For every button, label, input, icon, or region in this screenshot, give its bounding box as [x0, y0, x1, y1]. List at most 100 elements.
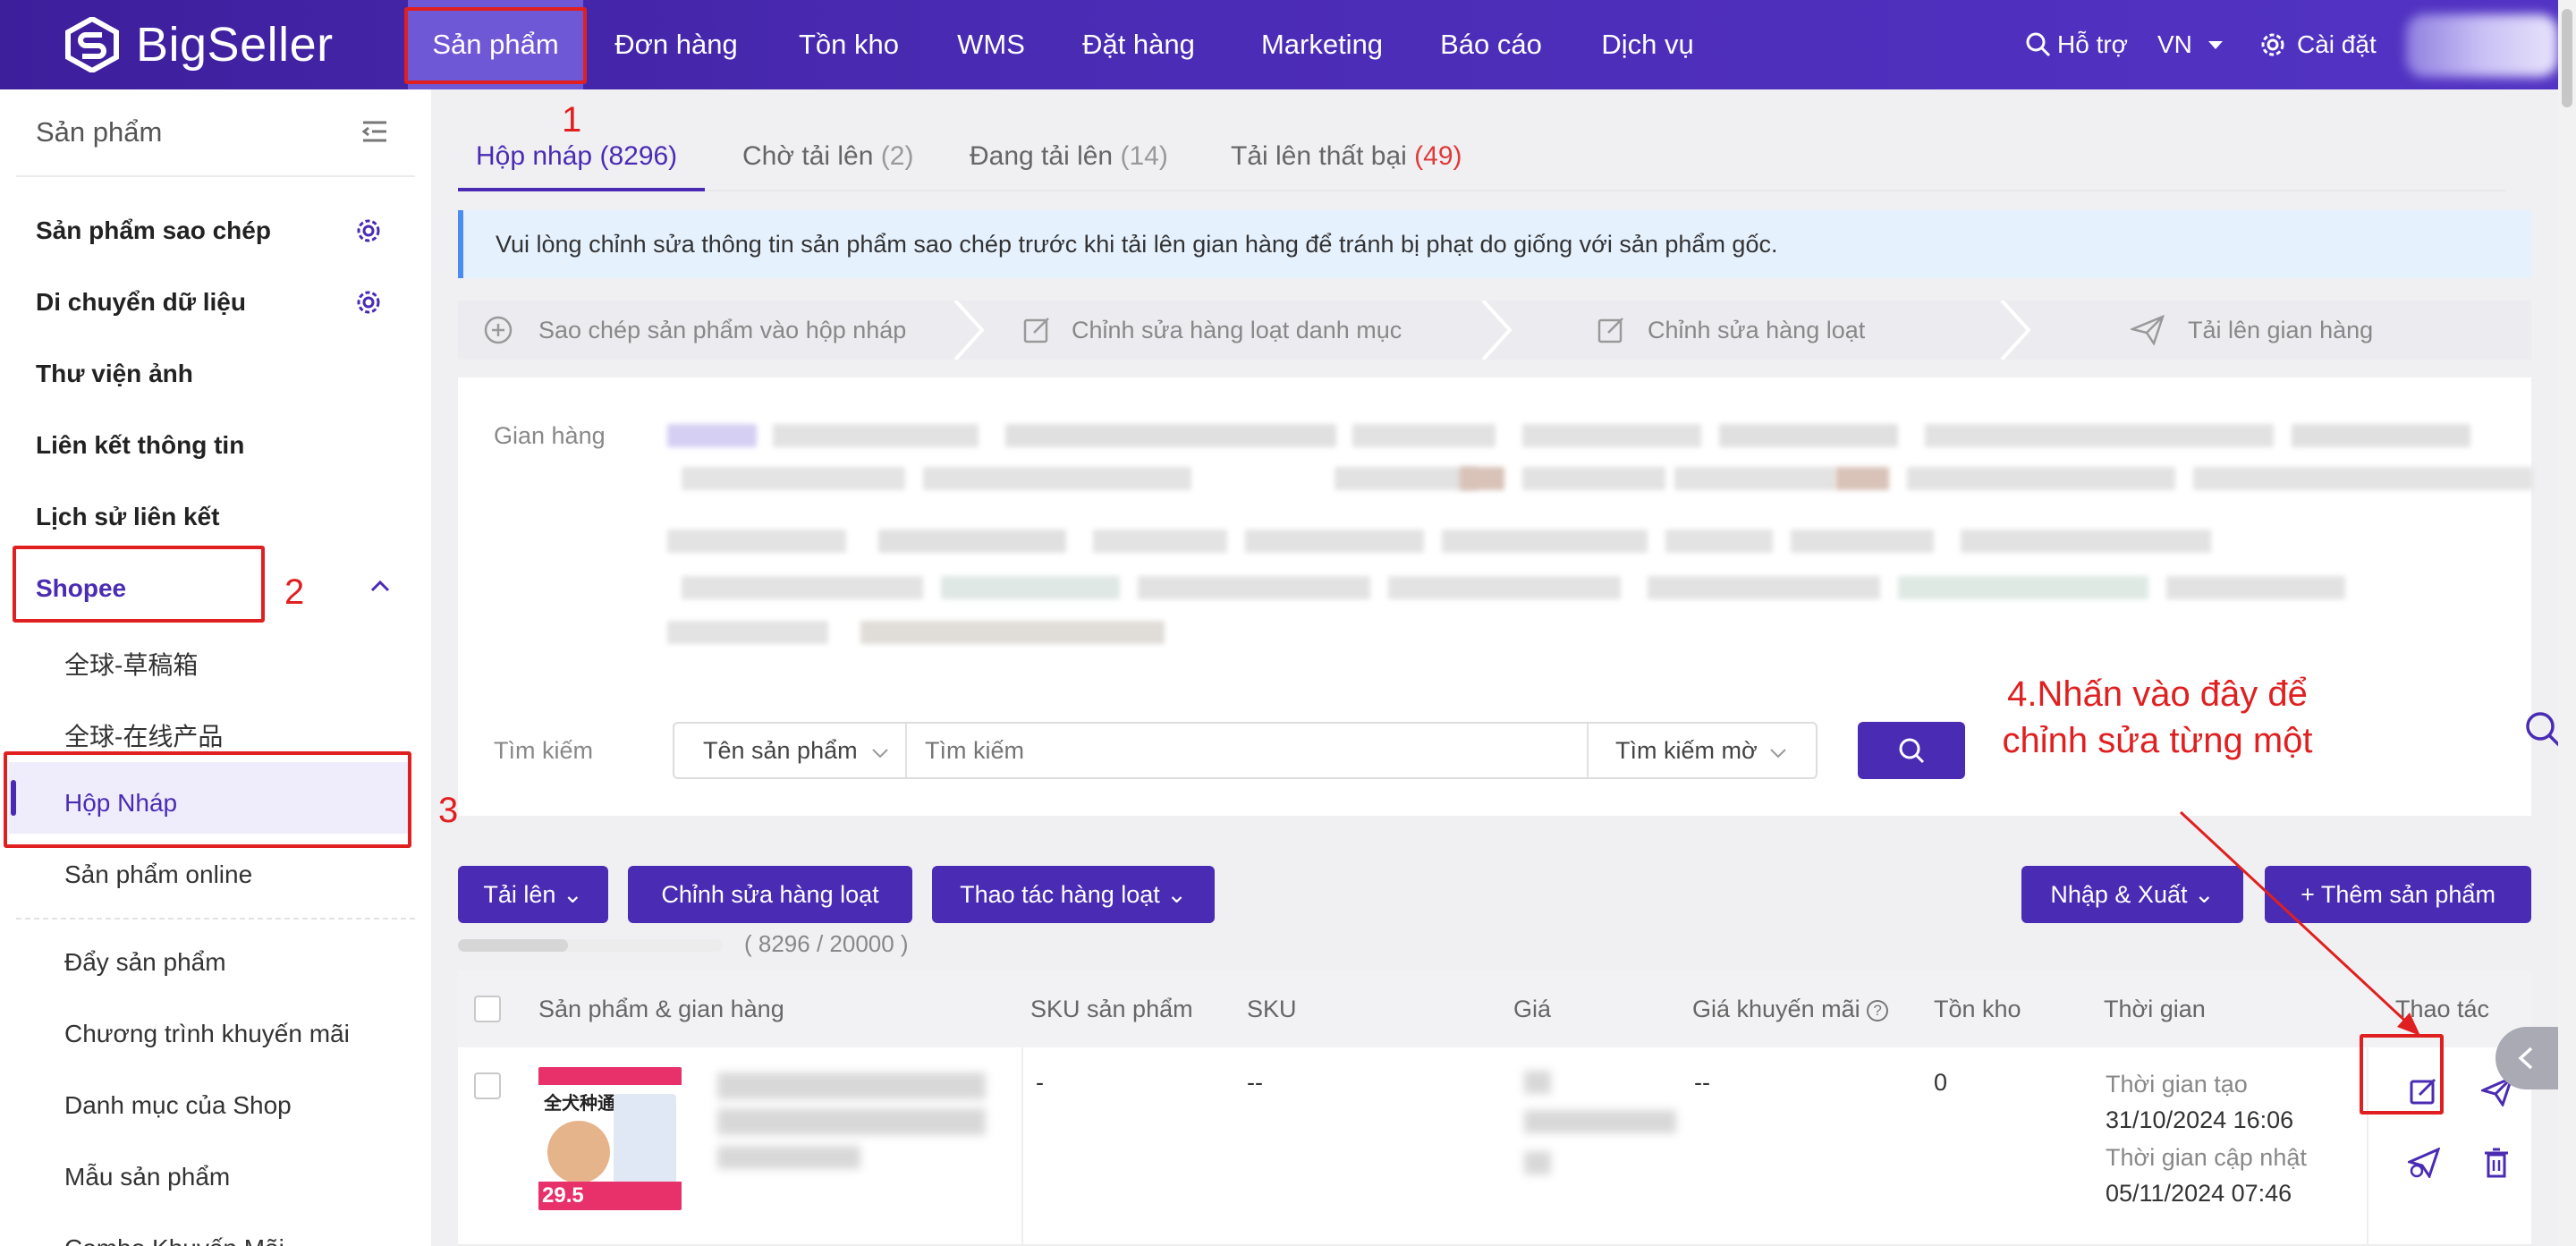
- created-label: Thời gian tạo: [2106, 1071, 2248, 1098]
- sidebar-sub-combo[interactable]: Combo Khuyến Mãi: [64, 1234, 284, 1246]
- tab-label: Chờ tải lên: [742, 141, 874, 171]
- sidebar-item-data-migration[interactable]: Di chuyển dữ liệu: [36, 288, 246, 317]
- search-button[interactable]: [1858, 722, 1965, 779]
- chevron-up-icon[interactable]: [370, 580, 390, 592]
- tabs-baseline: [458, 190, 2506, 191]
- sidebar-item-link-history[interactable]: Lịch sử liên kết: [36, 503, 219, 531]
- gear-icon: [2261, 33, 2284, 56]
- sidebar-sub-draft-box[interactable]: Hộp Nháp: [64, 789, 177, 818]
- search-field-value: Tên sản phẩm: [703, 737, 858, 764]
- schedule-upload-button[interactable]: [2405, 1147, 2441, 1180]
- sidebar-sub-shop-categories[interactable]: Danh mục của Shop: [64, 1091, 292, 1120]
- chevron-left-icon: [2518, 1047, 2533, 1070]
- sidebar-sub-templates[interactable]: Mẫu sản phẩm: [64, 1163, 230, 1191]
- region-select[interactable]: VN: [2157, 0, 2224, 89]
- sidebar-sub-boost[interactable]: Đẩy sản phẩm: [64, 948, 226, 977]
- step-bulk-edit: Chỉnh sửa hàng loạt: [1596, 301, 1865, 360]
- caret-down-icon: [2207, 41, 2223, 49]
- product-thumbnail[interactable]: 全犬种通用 29.5: [538, 1067, 682, 1210]
- annotation-line: 4.Nhấn vào đây để: [2007, 674, 2308, 714]
- col-product-sku: SKU sản phẩm: [1030, 996, 1193, 1022]
- tab-uploading[interactable]: Đang tải lên (14): [970, 141, 1168, 172]
- sidebar-item-image-library[interactable]: Thư viện ảnh: [36, 360, 193, 388]
- annotation-text-4: 4.Nhấn vào đây để chỉnh sửa từng một: [1970, 671, 2345, 764]
- edit-product-button[interactable]: [2408, 1076, 2438, 1106]
- annotation-line: chỉnh sửa từng một: [2002, 721, 2313, 760]
- chevron-down-icon: ⌄: [1166, 881, 1187, 908]
- sidebar-item-link-info[interactable]: Liên kết thông tin: [36, 431, 244, 460]
- upload-button[interactable]: Tải lên ⌄: [458, 866, 608, 923]
- search-divider: [1587, 724, 1589, 777]
- search-mode-value: Tìm kiếm mờ: [1615, 737, 1758, 764]
- quota-progress-fill: [458, 939, 568, 952]
- quota-progress-bar: [458, 939, 723, 952]
- sidebar-sub-global-online[interactable]: 全球-在线产品: [64, 717, 223, 753]
- user-avatar[interactable]: [2406, 14, 2558, 77]
- tab-label: Hộp nháp: [476, 141, 593, 171]
- delete-product-button[interactable]: [2483, 1148, 2510, 1178]
- search-mode-select[interactable]: Tìm kiếm mờ: [1615, 724, 1812, 777]
- settings-link[interactable]: Cài đặt: [2259, 0, 2377, 89]
- nav-marketing[interactable]: Marketing: [1245, 0, 1399, 89]
- nav-inventory[interactable]: Tồn kho: [784, 0, 914, 89]
- quota-text: ( 8296 / 20000 ): [744, 930, 909, 957]
- side-panel-toggle[interactable]: [2496, 1027, 2558, 1089]
- select-all-checkbox[interactable]: [474, 996, 501, 1022]
- trash-icon: [2485, 1148, 2508, 1178]
- product-name-redacted[interactable]: [717, 1072, 986, 1099]
- sidebar-active-indicator: [11, 780, 16, 816]
- plus-circle-icon: [484, 316, 513, 344]
- support-link[interactable]: Hỗ trợ: [2025, 0, 2128, 89]
- search-input[interactable]: [907, 724, 1587, 777]
- nav-orders[interactable]: Đơn hàng: [601, 0, 751, 89]
- step-upload-store: Tải lên gian hàng: [2131, 301, 2373, 360]
- sidebar-header: Sản phẩm: [36, 116, 163, 148]
- gear-icon[interactable]: [354, 288, 383, 317]
- store-label: Gian hàng: [494, 422, 606, 449]
- tab-pending-upload[interactable]: Chờ tải lên (2): [742, 141, 913, 172]
- annotation-arrow: [2179, 810, 2420, 1036]
- nav-wms[interactable]: WMS: [946, 0, 1036, 89]
- collapse-sidebar-icon[interactable]: [361, 120, 388, 143]
- product-sku-value: -: [1036, 1069, 1044, 1096]
- sidebar-item-copied-products[interactable]: Sản phẩm sao chép: [36, 216, 271, 245]
- updated-label: Thời gian cập nhật: [2106, 1144, 2307, 1171]
- tab-count: (14): [1120, 141, 1168, 171]
- dog-image: [547, 1121, 610, 1183]
- page-scrollbar-track[interactable]: [2558, 0, 2576, 1246]
- nav-services[interactable]: Dịch vụ: [1585, 0, 1710, 89]
- step-copy-to-draft: Sao chép sản phẩm vào hộp nháp: [483, 301, 906, 360]
- sidebar-sub-promotions[interactable]: Chương trình khuyến mãi: [64, 1020, 350, 1048]
- bulk-edit-button[interactable]: Chỉnh sửa hàng loạt: [628, 866, 912, 923]
- main-content: Hộp nháp (8296) Chờ tải lên (2) Đang tải…: [431, 89, 2558, 1246]
- updated-time: 05/11/2024 07:46: [2106, 1180, 2292, 1207]
- nav-products[interactable]: Sản phẩm: [408, 0, 583, 89]
- sidebar-sub-online-products[interactable]: Sản phẩm online: [64, 860, 252, 889]
- search-bar: Tên sản phẩm Tìm kiếm mờ: [673, 722, 1818, 779]
- store-name-redacted: [717, 1146, 860, 1169]
- step-label: Chỉnh sửa hàng loạt: [1648, 317, 1866, 343]
- chevron-down-icon: ⌄: [562, 881, 583, 908]
- tab-count: (8296): [599, 141, 678, 171]
- tab-label: Tải lên thất bại: [1231, 141, 1407, 171]
- search-field-select[interactable]: Tên sản phẩm: [703, 724, 900, 777]
- chevron-down-icon: [872, 749, 888, 759]
- nav-purchase[interactable]: Đặt hàng: [1070, 0, 1208, 89]
- nav-reports[interactable]: Báo cáo: [1431, 0, 1551, 89]
- page-scrollbar-thumb[interactable]: [2562, 9, 2572, 107]
- sidebar-section-shopee[interactable]: Shopee: [36, 574, 126, 603]
- bulk-action-button[interactable]: Thao tác hàng loạt ⌄: [932, 866, 1215, 923]
- gear-icon[interactable]: [354, 216, 383, 245]
- created-time: 31/10/2024 16:06: [2106, 1106, 2294, 1133]
- button-label: Tải lên: [483, 881, 556, 908]
- tab-upload-failed[interactable]: Tải lên thất bại (49): [1231, 141, 1462, 172]
- row-checkbox[interactable]: [474, 1072, 501, 1099]
- tab-draft[interactable]: Hộp nháp (8296): [476, 141, 677, 172]
- sidebar-dashed-divider: [16, 918, 415, 920]
- help-icon[interactable]: ?: [1867, 999, 1889, 1021]
- status-tabs: Hộp nháp (8296) Chờ tải lên (2) Đang tải…: [458, 125, 2506, 190]
- col-price: Giá: [1513, 996, 1552, 1022]
- brand-logo[interactable]: BigSeller: [64, 15, 334, 74]
- sidebar-sub-global-draft[interactable]: 全球-草稿箱: [64, 646, 198, 682]
- settings-label: Cài đặt: [2297, 30, 2377, 58]
